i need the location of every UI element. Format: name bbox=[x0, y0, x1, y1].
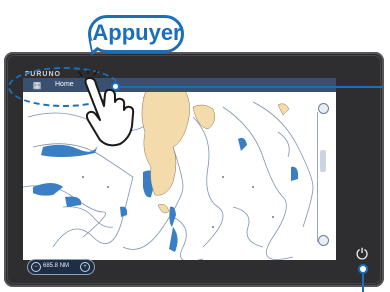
nautical-chart-map bbox=[23, 87, 314, 260]
depth-contour bbox=[277, 131, 290, 158]
power-icon[interactable]: ⏻ bbox=[355, 247, 369, 263]
callout-text: Appuyer bbox=[92, 20, 182, 45]
shallow-water bbox=[120, 206, 128, 217]
sounding-mark bbox=[222, 176, 224, 178]
shallow-water bbox=[65, 196, 82, 207]
sounding-mark bbox=[82, 176, 84, 178]
range-down-button[interactable] bbox=[318, 235, 329, 246]
sounding-mark bbox=[107, 186, 109, 188]
sounding-mark bbox=[272, 216, 274, 218]
depth-contour bbox=[222, 106, 294, 260]
shallow-water bbox=[169, 227, 178, 252]
zoom-out-button[interactable]: − bbox=[31, 262, 41, 272]
power-pointer-dot bbox=[358, 264, 368, 274]
scale-unit: NM bbox=[59, 263, 70, 269]
depth-contour bbox=[232, 206, 264, 248]
shallow-water bbox=[169, 206, 176, 227]
shallow-water bbox=[33, 183, 63, 196]
land-island bbox=[157, 204, 170, 214]
depth-contour bbox=[192, 116, 224, 248]
depth-contour bbox=[252, 101, 314, 228]
range-slider-track[interactable] bbox=[317, 112, 330, 242]
land-island bbox=[192, 104, 215, 130]
sounding-mark bbox=[252, 186, 254, 188]
scale-readout: 685.8 NM bbox=[43, 261, 69, 271]
range-slider-handle[interactable] bbox=[320, 150, 326, 172]
shallow-water bbox=[291, 166, 299, 181]
tapping-hand-icon bbox=[78, 70, 135, 147]
depth-contour bbox=[62, 206, 114, 228]
range-up-button[interactable] bbox=[318, 103, 329, 114]
sounding-mark bbox=[212, 226, 214, 228]
land-island bbox=[277, 103, 290, 116]
scale-value: 685.8 bbox=[43, 263, 59, 269]
shallow-water bbox=[238, 137, 247, 151]
chart-screen[interactable] bbox=[23, 87, 336, 260]
zoom-in-button[interactable]: + bbox=[80, 262, 90, 272]
